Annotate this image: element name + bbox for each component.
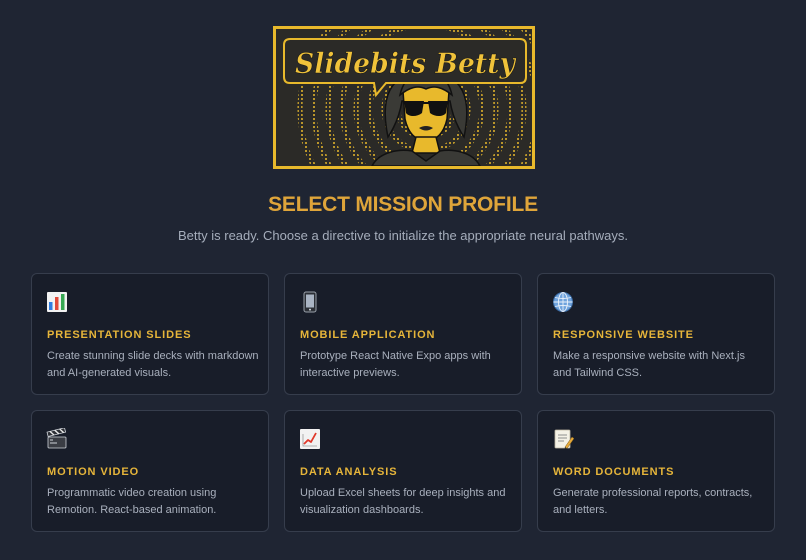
card-title: MOBILE APPLICATION <box>300 329 436 341</box>
globe-icon <box>553 292 573 312</box>
card-title: PRESENTATION SLIDES <box>47 329 192 341</box>
page-subtitle: Betty is ready. Choose a directive to in… <box>178 228 628 243</box>
page-title: SELECT MISSION PROFILE <box>268 193 538 216</box>
card-title: MOTION VIDEO <box>47 466 140 478</box>
responsive-website-card[interactable]: RESPONSIVE WEBSITE Make a responsive web… <box>537 273 775 395</box>
clapper-board-icon <box>46 428 67 449</box>
card-description: Generate professional reports, contracts… <box>553 487 753 516</box>
mission-select-page: Slidebits Betty SELECT MISSION PROFILE B… <box>0 0 806 560</box>
card-title: WORD DOCUMENTS <box>553 466 675 478</box>
motion-video-card[interactable]: MOTION VIDEO Programmatic video creation… <box>31 410 269 532</box>
betty-illustration: Slidebits Betty <box>276 29 532 166</box>
card-description: Programmatic video creation using Remoti… <box>47 487 217 516</box>
card-description: Upload Excel sheets for deep insights an… <box>300 487 506 516</box>
mobile-application-card[interactable]: MOBILE APPLICATION Prototype React Nativ… <box>284 273 522 395</box>
bar-chart-icon <box>47 292 67 312</box>
card-description: Make a responsive website with Next.js a… <box>553 350 745 379</box>
card-title: DATA ANALYSIS <box>300 466 398 478</box>
logo-text: Slidebits Betty <box>295 47 517 80</box>
word-documents-card[interactable]: WORD DOCUMENTS Generate professional rep… <box>537 410 775 532</box>
trend-chart-icon <box>300 429 320 449</box>
card-description: Create stunning slide decks with markdow… <box>47 350 259 379</box>
presentation-slides-card[interactable]: PRESENTATION SLIDES Create stunning slid… <box>31 273 269 395</box>
card-description: Prototype React Native Expo apps with in… <box>300 350 491 379</box>
mobile-phone-icon <box>303 291 317 313</box>
memo-icon <box>554 429 574 449</box>
card-title: RESPONSIVE WEBSITE <box>553 329 694 341</box>
data-analysis-card[interactable]: DATA ANALYSIS Upload Excel sheets for de… <box>284 410 522 532</box>
slidebits-betty-logo: Slidebits Betty <box>273 26 535 169</box>
